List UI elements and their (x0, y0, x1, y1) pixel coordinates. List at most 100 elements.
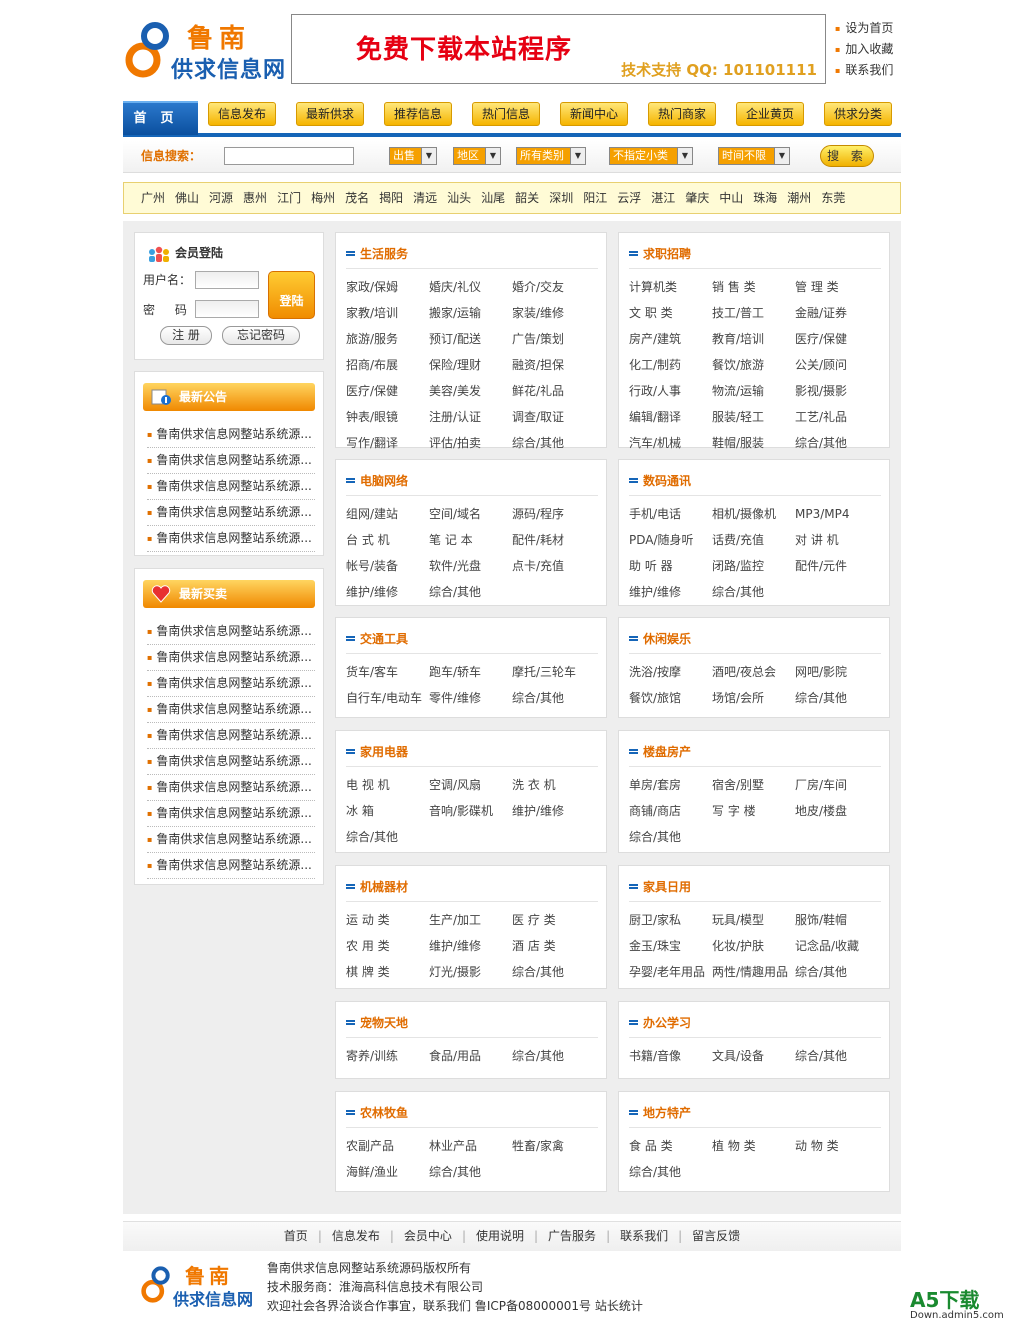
city-link[interactable]: 江门 (277, 183, 301, 213)
city-link[interactable]: 清远 (413, 183, 437, 213)
list-item[interactable]: 鲁南供求信息网整站系统源... (147, 671, 315, 697)
category-link[interactable]: 综合/其他 (512, 687, 595, 710)
list-item[interactable]: 鲁南供求信息网整站系统源... (147, 422, 315, 448)
password-field[interactable] (195, 300, 259, 318)
search-button[interactable]: 搜 索 (820, 145, 874, 167)
category-title[interactable]: 地方特产 (629, 1102, 881, 1128)
category-link[interactable]: 医疗/保健 (795, 328, 878, 351)
category-link[interactable]: 生产/加工 (429, 909, 512, 932)
category-link[interactable]: 维护/维修 (512, 800, 595, 823)
category-title[interactable]: 家具日用 (629, 876, 881, 902)
category-link[interactable]: 地皮/楼盘 (795, 800, 878, 823)
search-input[interactable] (224, 147, 354, 165)
category-title[interactable]: 电脑网络 (346, 470, 598, 496)
category-link[interactable]: 广告/策划 (512, 328, 595, 351)
category-link[interactable]: 写 字 楼 (712, 800, 795, 823)
category-link[interactable]: 评估/拍卖 (429, 432, 512, 455)
category-link[interactable]: 源码/程序 (512, 503, 595, 526)
city-link[interactable]: 河源 (209, 183, 233, 213)
category-link[interactable]: 林业产品 (429, 1135, 512, 1158)
category-title[interactable]: 农林牧鱼 (346, 1102, 598, 1128)
category-link[interactable]: 综合/其他 (629, 1161, 712, 1184)
category-link[interactable]: 计算机类 (629, 276, 712, 299)
list-item[interactable]: 鲁南供求信息网整站系统源... (147, 526, 315, 552)
category-link[interactable]: 综合/其他 (512, 1045, 595, 1068)
category-link[interactable]: 技工/普工 (712, 302, 795, 325)
category-link[interactable]: 美容/美发 (429, 380, 512, 403)
category-link[interactable]: MP3/MP4 (795, 503, 878, 526)
category-link[interactable]: 酒吧/夜总会 (712, 661, 795, 684)
city-link[interactable]: 潮州 (787, 183, 811, 213)
category-link[interactable]: 酒 店 类 (512, 935, 595, 958)
city-link[interactable]: 云浮 (617, 183, 641, 213)
list-item[interactable]: 鲁南供求信息网整站系统源... (147, 500, 315, 526)
category-link[interactable]: 综合/其他 (629, 826, 712, 849)
category-link[interactable]: 综合/其他 (346, 826, 429, 849)
category-link[interactable]: 音响/影碟机 (429, 800, 512, 823)
city-link[interactable]: 中山 (719, 183, 743, 213)
category-link[interactable]: 电 视 机 (346, 774, 429, 797)
category-link[interactable]: 农副产品 (346, 1135, 429, 1158)
category-link[interactable]: 家装/维修 (512, 302, 595, 325)
type-select[interactable]: 出售 (389, 147, 437, 165)
category-link[interactable]: 销 售 类 (712, 276, 795, 299)
category-link[interactable]: 点卡/充值 (512, 555, 595, 578)
category-link[interactable]: 维护/维修 (429, 935, 512, 958)
category-link[interactable]: 物流/运输 (712, 380, 795, 403)
city-link[interactable]: 揭阳 (379, 183, 403, 213)
category-link[interactable]: 行政/人事 (629, 380, 712, 403)
category-link[interactable]: 空间/域名 (429, 503, 512, 526)
category-link[interactable]: 金融/证券 (795, 302, 878, 325)
category-link[interactable]: 空调/风扇 (429, 774, 512, 797)
category-link[interactable]: 金玉/珠宝 (629, 935, 712, 958)
category-link[interactable]: PDA/随身听 (629, 529, 712, 552)
category-link[interactable]: 洗 衣 机 (512, 774, 595, 797)
category-link[interactable]: 教育/培训 (712, 328, 795, 351)
category-link[interactable]: 维护/维修 (629, 581, 712, 604)
category-link[interactable]: 综合/其他 (795, 1045, 878, 1068)
category-link[interactable]: 融资/担保 (512, 354, 595, 377)
category-link[interactable]: 化妆/护肤 (712, 935, 795, 958)
category-link[interactable]: 婚介/交友 (512, 276, 595, 299)
nav-item-publish[interactable]: 信息发布 (208, 102, 276, 126)
category-link[interactable]: 家教/培训 (346, 302, 429, 325)
category-link[interactable]: 书籍/音像 (629, 1045, 712, 1068)
category-link[interactable]: 文具/设备 (712, 1045, 795, 1068)
category-link[interactable]: 场馆/会所 (712, 687, 795, 710)
category-link[interactable]: 寄养/训练 (346, 1045, 429, 1068)
site-logo[interactable]: 鲁南 供求信息网 (123, 14, 288, 84)
category-link[interactable]: 医疗/保健 (346, 380, 429, 403)
footer-link[interactable]: 留言反馈 (692, 1229, 740, 1243)
subcategory-select[interactable]: 不指定小类 (609, 147, 693, 165)
category-link[interactable]: 鲜花/礼品 (512, 380, 595, 403)
category-title[interactable]: 生活服务 (346, 243, 598, 269)
category-link[interactable]: 综合/其他 (795, 961, 878, 984)
category-link[interactable]: 餐饮/旅馆 (629, 687, 712, 710)
city-link[interactable]: 惠州 (243, 183, 267, 213)
city-link[interactable]: 汕尾 (481, 183, 505, 213)
category-link[interactable]: 单房/套房 (629, 774, 712, 797)
category-link[interactable]: 家政/保姆 (346, 276, 429, 299)
category-link[interactable]: 综合/其他 (512, 961, 595, 984)
category-link[interactable]: 写作/翻译 (346, 432, 429, 455)
category-link[interactable]: 孕婴/老年用品 (629, 961, 712, 984)
category-title[interactable]: 办公学习 (629, 1012, 881, 1038)
category-link[interactable]: 配件/元件 (795, 555, 878, 578)
category-link[interactable]: 综合/其他 (429, 1161, 512, 1184)
category-link[interactable]: 保险/理财 (429, 354, 512, 377)
category-title[interactable]: 数码通讯 (629, 470, 881, 496)
category-title[interactable]: 机械器材 (346, 876, 598, 902)
list-item[interactable]: 鲁南供求信息网整站系统源... (147, 723, 315, 749)
category-link[interactable]: 招商/布展 (346, 354, 429, 377)
nav-item-hot[interactable]: 热门信息 (472, 102, 540, 126)
category-link[interactable]: 植 物 类 (712, 1135, 795, 1158)
category-link[interactable]: 厨卫/家私 (629, 909, 712, 932)
city-link[interactable]: 深圳 (549, 183, 573, 213)
nav-item-latest[interactable]: 最新供求 (296, 102, 364, 126)
list-item[interactable]: 鲁南供求信息网整站系统源... (147, 827, 315, 853)
nav-item-news[interactable]: 新闻中心 (560, 102, 628, 126)
nav-item-recommended[interactable]: 推荐信息 (384, 102, 452, 126)
set-homepage-link[interactable]: 设为首页 (835, 18, 893, 39)
category-link[interactable]: 医 疗 类 (512, 909, 595, 932)
nav-item-categories[interactable]: 供求分类 (824, 102, 892, 126)
